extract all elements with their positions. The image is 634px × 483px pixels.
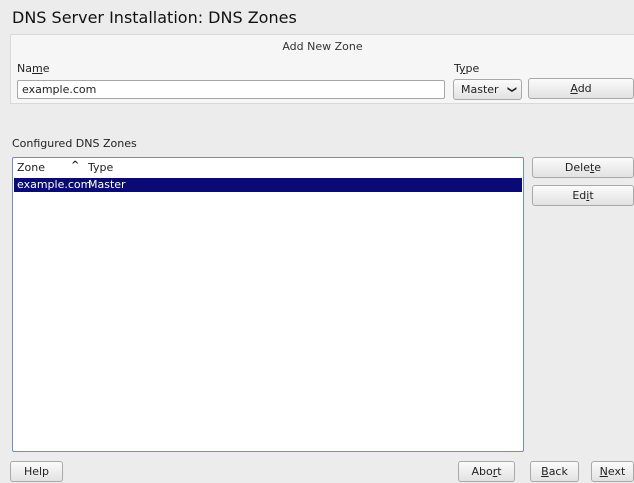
edit-button[interactable]: Edit (532, 185, 634, 206)
configured-zones-label: Configured DNS Zones (12, 137, 137, 150)
abort-label: Abo (471, 465, 493, 478)
add-label: dd (577, 82, 592, 95)
add-mnemonic: A (570, 82, 578, 95)
group-title: Add New Zone (282, 40, 363, 53)
delete-label: e (594, 161, 602, 174)
type-cell: Master (88, 178, 126, 191)
zone-cell: example.com (17, 178, 92, 191)
chevron-down-icon: ❯ (506, 85, 517, 94)
table-row[interactable]: example.com Master (14, 178, 522, 192)
name-label-part: Na (17, 62, 32, 75)
next-label: ext (607, 465, 626, 478)
zone-name-input[interactable] (17, 80, 445, 99)
back-mnemonic: B (541, 465, 549, 478)
type-label-part: pe (465, 62, 480, 75)
delete-button[interactable]: Delete (532, 157, 634, 178)
column-header-zone[interactable]: Zone (17, 161, 45, 174)
delete-label: Dele (564, 161, 590, 174)
next-button[interactable]: Next (591, 461, 634, 482)
name-label-part: e (42, 62, 50, 75)
next-mnemonic: N (599, 465, 608, 478)
name-label-mnemonic: m (31, 62, 43, 75)
table-header: Zone ^ Type (13, 158, 523, 178)
edit-label: Ed (572, 189, 587, 202)
title-bar: DNS Server Installation: DNS Zones (0, 0, 634, 32)
zones-table[interactable]: Zone ^ Type example.com Master (12, 157, 524, 452)
type-label: Type (454, 62, 479, 75)
page-title: DNS Server Installation: DNS Zones (12, 8, 297, 27)
back-button[interactable]: Back (530, 461, 579, 482)
column-header-type[interactable]: Type (88, 161, 113, 174)
name-label: Name (17, 62, 49, 75)
back-label: ack (548, 465, 568, 478)
edit-label: t (589, 189, 594, 202)
abort-button[interactable]: Abort (458, 461, 515, 482)
zone-type-value: Master (461, 83, 499, 96)
sort-ascending-icon[interactable]: ^ (71, 160, 79, 171)
zone-type-select[interactable]: Master ❯ (453, 79, 522, 100)
help-button[interactable]: Help (10, 461, 63, 482)
abort-label: t (497, 465, 502, 478)
add-button[interactable]: Add (528, 78, 634, 99)
